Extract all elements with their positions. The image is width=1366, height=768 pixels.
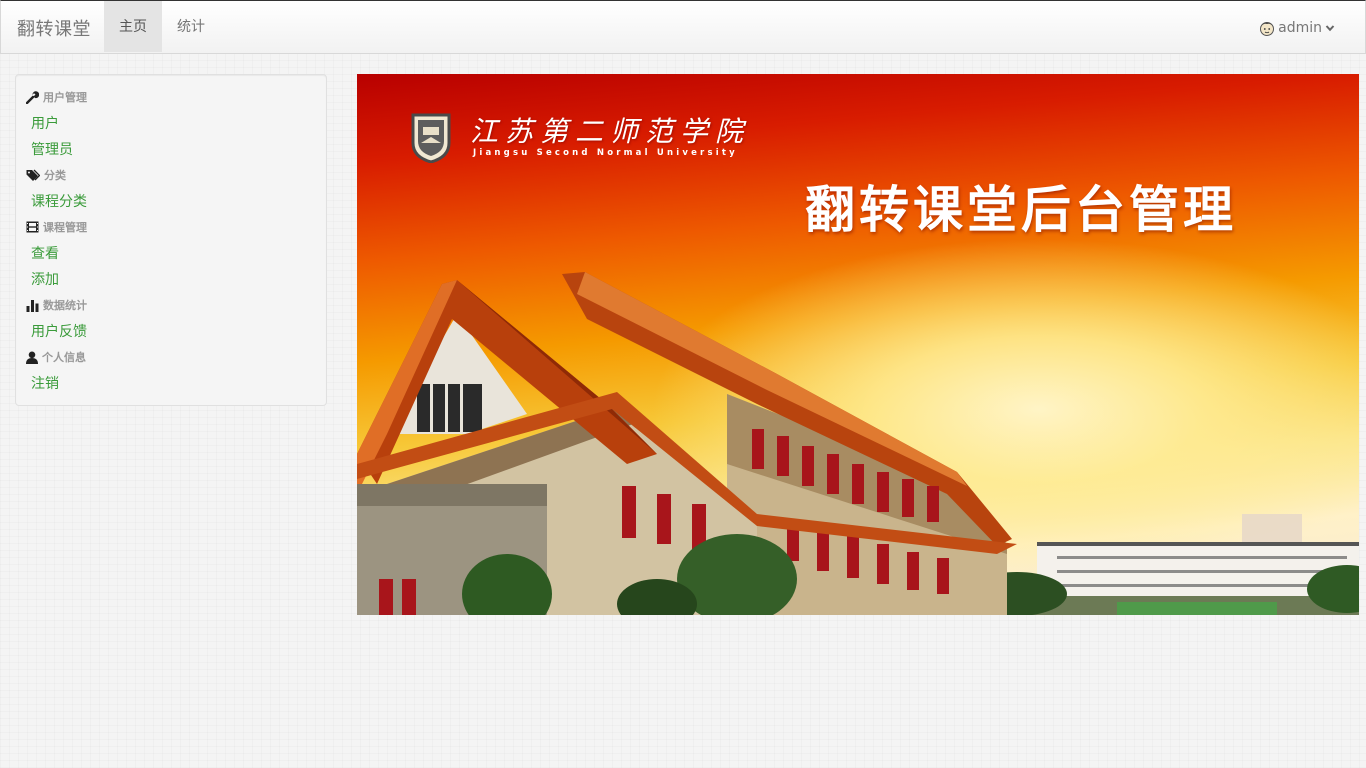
section-title: 用户管理 [43, 91, 87, 104]
sidebar-item-user-feedback[interactable]: 用户反馈 [31, 323, 87, 341]
university-seal-icon [411, 113, 451, 163]
sidebar-item-view[interactable]: 查看 [31, 245, 59, 263]
film-icon [26, 221, 39, 233]
top-navbar: 翻转课堂 主页 统计 admin [0, 0, 1366, 54]
sidebar-item-users[interactable]: 用户 [31, 115, 59, 133]
brand-title[interactable]: 翻转课堂 [17, 15, 91, 41]
school-english-name: Jiangsu Second Normal University [473, 148, 738, 158]
sidebar-item-add[interactable]: 添加 [31, 271, 59, 289]
section-course-management: 课程管理 [26, 219, 87, 235]
user-icon [26, 351, 38, 364]
sidebar-item-logout[interactable]: 注销 [31, 375, 59, 393]
section-user-management: 用户管理 [26, 89, 87, 105]
tags-icon [26, 169, 40, 181]
section-title: 课程管理 [43, 221, 87, 234]
wrench-icon [26, 90, 39, 104]
user-avatar-icon [1260, 21, 1275, 36]
bar-chart-icon [26, 299, 39, 312]
sidebar-item-admins[interactable]: 管理员 [31, 141, 73, 159]
sidebar-item-course-category[interactable]: 课程分类 [31, 193, 87, 211]
chevron-down-icon [1325, 25, 1335, 32]
tab-statistics[interactable]: 统计 [162, 1, 220, 52]
section-title: 分类 [44, 169, 66, 182]
section-title: 个人信息 [42, 351, 86, 364]
section-data-statistics: 数据统计 [26, 297, 87, 313]
tab-home[interactable]: 主页 [104, 1, 162, 52]
user-menu-toggle[interactable]: admin [1259, 17, 1335, 39]
banner-title: 翻转课堂后台管理 [805, 180, 1237, 239]
section-category: 分类 [26, 167, 66, 183]
section-personal-info: 个人信息 [26, 349, 86, 365]
sidebar-nav: 用户管理 用户 管理员 分类 课程分类 课程管理 查看 添加 数据统计 用户反馈… [15, 74, 327, 406]
user-name: admin [1278, 20, 1322, 36]
school-chinese-name: 江苏第二师范学院 [470, 115, 751, 148]
welcome-banner-image: 江苏第二师范学院 Jiangsu Second Normal Universit… [357, 74, 1359, 615]
section-title: 数据统计 [43, 299, 87, 312]
